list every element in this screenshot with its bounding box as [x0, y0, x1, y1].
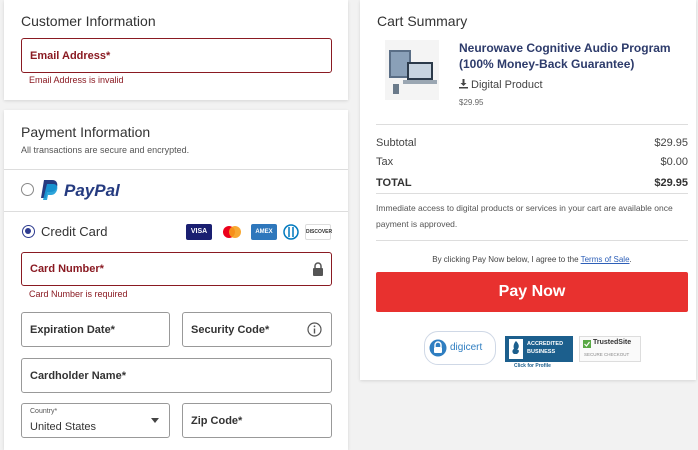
amex-icon: AMEX	[251, 224, 277, 240]
visa-icon: VISA	[186, 224, 212, 240]
mastercard-icon	[223, 226, 241, 238]
padlock-icon	[429, 339, 447, 357]
bbb-flame-icon	[509, 339, 523, 359]
total-label: TOTAL	[376, 177, 412, 189]
subtotal-value: $29.95	[654, 137, 688, 149]
terms-suffix: .	[629, 255, 632, 264]
download-icon	[459, 79, 468, 89]
country-select[interactable]: Country* United States	[21, 403, 170, 438]
payment-info-title: Payment Information	[21, 124, 151, 140]
laptop-product-image	[389, 50, 437, 94]
divider	[376, 193, 688, 194]
product-thumbnail	[385, 40, 439, 100]
security-code-field[interactable]: Security Code*	[182, 312, 332, 347]
trustedsite-title: TrustedSite	[593, 339, 632, 346]
product-price: $29.95	[459, 98, 484, 107]
card-number-field[interactable]: Card Number*	[21, 252, 332, 286]
email-field[interactable]: Email Address*	[21, 38, 332, 73]
chevron-down-icon	[151, 418, 159, 423]
cardholder-name-field[interactable]: Cardholder Name*	[21, 358, 332, 393]
pay-now-button[interactable]: Pay Now	[376, 272, 688, 312]
credit-card-radio[interactable]	[22, 225, 35, 238]
customer-info-title: Customer Information	[21, 13, 156, 29]
bbb-caption: Click for Profile	[514, 363, 551, 369]
tax-value: $0.00	[660, 156, 688, 168]
credit-card-label[interactable]: Credit Card	[41, 224, 107, 239]
bbb-line2: BUSINESS	[527, 349, 556, 355]
tax-row: Tax $0.00	[376, 156, 688, 168]
total-row: TOTAL $29.95	[376, 177, 688, 189]
lock-icon	[313, 262, 323, 276]
terms-prefix: By clicking Pay Now below, I agree to th…	[432, 255, 579, 264]
paypal-radio[interactable]	[21, 183, 34, 196]
terms-statement: By clicking Pay Now below, I agree to th…	[376, 255, 688, 264]
trustedsite-sub: SECURE CHECKOUT	[584, 352, 630, 357]
terms-of-sale-link[interactable]: Terms of Sale	[581, 255, 630, 264]
paypal-label: PayPal	[64, 181, 120, 200]
product-name: Neurowave Cognitive Audio Program (100% …	[459, 41, 671, 71]
zip-code-field[interactable]: Zip Code*	[182, 403, 332, 438]
card-number-label: Card Number*	[30, 263, 104, 275]
security-code-label: Security Code*	[191, 324, 270, 336]
expiration-date-field[interactable]: Expiration Date*	[21, 312, 170, 347]
cart-summary-title: Cart Summary	[377, 13, 468, 29]
bbb-line1: ACCREDITED	[527, 341, 564, 347]
product-type-label: Digital Product	[471, 79, 543, 91]
payment-secure-note: All transactions are secure and encrypte…	[21, 145, 190, 155]
zip-code-label: Zip Code*	[191, 415, 243, 427]
country-label: Country*	[30, 408, 58, 415]
subtotal-row: Subtotal $29.95	[376, 137, 688, 149]
email-label: Email Address*	[30, 50, 111, 62]
checkmark-icon	[583, 340, 591, 348]
paypal-wordmark[interactable]: PayPal	[64, 181, 120, 201]
bbb-badge[interactable]: ACCREDITED BUSINESS	[505, 336, 573, 362]
digicert-badge[interactable]: digicert	[424, 331, 496, 365]
access-notice: Immediate access to digital products or …	[376, 203, 673, 229]
cardholder-name-label: Cardholder Name*	[30, 370, 126, 382]
digicert-label: digicert	[450, 342, 483, 353]
divider	[376, 240, 688, 241]
trustedsite-badge[interactable]: TrustedSite SECURE CHECKOUT	[579, 336, 641, 362]
diners-club-icon	[283, 224, 299, 240]
product-type: Digital Product	[459, 79, 543, 91]
paypal-logo-icon	[41, 180, 58, 200]
info-icon[interactable]	[307, 322, 322, 337]
divider	[376, 124, 688, 125]
email-error: Email Address is invalid	[29, 75, 124, 85]
tax-label: Tax	[376, 156, 394, 168]
card-number-error: Card Number is required	[29, 289, 128, 299]
subtotal-label: Subtotal	[376, 137, 417, 149]
country-value: United States	[30, 421, 97, 433]
total-value: $29.95	[654, 177, 688, 189]
discover-icon: DISCOVER	[305, 224, 332, 240]
divider	[4, 169, 348, 170]
expiration-date-label: Expiration Date*	[30, 324, 115, 336]
divider	[4, 211, 348, 212]
